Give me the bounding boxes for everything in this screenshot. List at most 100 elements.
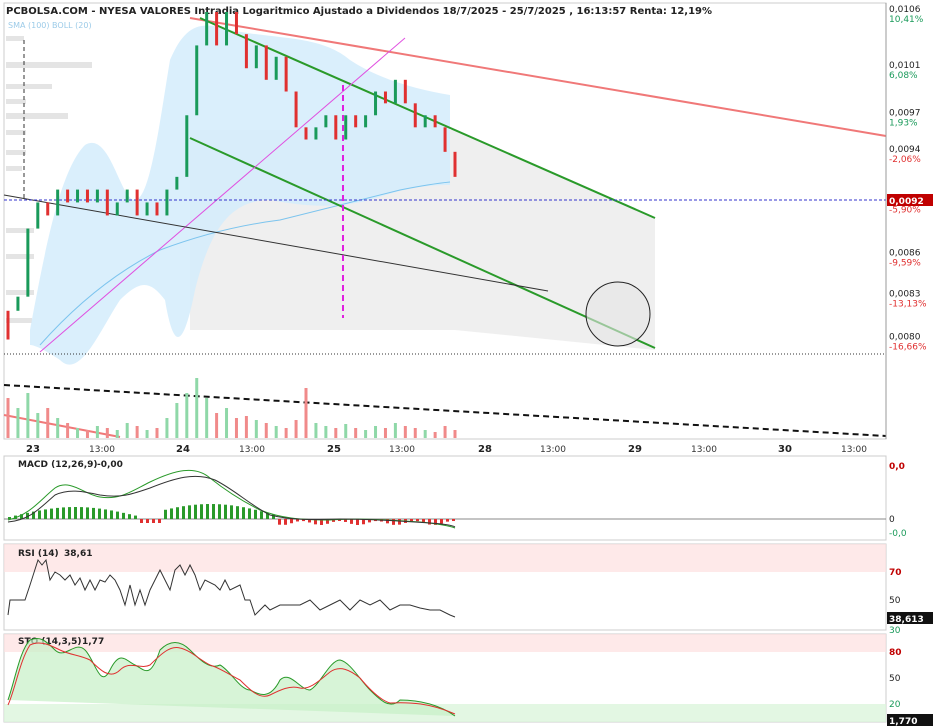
price-tick-2: 0,0097 [889,108,921,118]
volume-bar [403,426,407,438]
candle [135,189,139,216]
volume-bar [254,420,258,438]
volume-bar [234,418,238,438]
macd-hist-bar [230,505,233,519]
candle [374,91,378,116]
x-label-9: 13:00 [691,445,717,455]
candle [85,189,89,203]
macd-hist-bar [152,519,155,523]
volume-bar [36,413,40,438]
candle [254,45,258,69]
macd-hist-bar [284,519,287,525]
volume-bar [185,393,189,438]
rsi-axis-50: 50 [889,596,901,606]
macd-hist-bar [416,519,419,522]
volume-bar [115,430,119,438]
volume-bar [453,430,457,438]
rsi-axis-70: 70 [889,568,902,578]
macd-hist-bar [38,510,41,519]
candle [185,115,189,177]
price-tick-5: 0,0086 [889,248,921,258]
macd-hist-bar [176,507,179,519]
macd-hist-bar [392,519,395,525]
macd-hist-bar [446,519,449,522]
macd-hist-bar [236,506,239,519]
candle [105,189,109,216]
candle [364,115,368,128]
pct-tick-0: 10,41% [889,15,924,25]
candle [344,115,348,140]
candle [234,12,238,35]
macd-hist-bar [164,509,167,519]
volume-bar [145,430,149,438]
macd-hist-bar [398,519,401,525]
macd-hist-bar [146,519,149,523]
macd-hist-bar [62,507,65,519]
x-label-6: 28 [478,444,492,455]
price-tick-3: 0,0094 [889,145,921,155]
macd-hist-bar [260,511,263,519]
candle [125,189,129,203]
pct-tick-2: 1,93% [889,118,918,128]
volume-bar [105,428,109,438]
candle [76,189,80,203]
volume-bar [175,403,179,438]
volume-bar [56,418,60,438]
volume-bar [344,424,348,438]
x-label-11: 13:00 [841,445,867,455]
candle [205,12,209,46]
candle [354,115,358,128]
macd-hist-bar [56,507,59,519]
volume-bar [294,420,298,438]
macd-panel [3,455,887,541]
macd-value: -0,00 [97,460,123,470]
x-label-4: 25 [327,444,341,455]
volume-bar [324,426,328,438]
macd-hist-bar [140,519,143,523]
sto-axis-50: 50 [889,674,901,684]
candle [225,12,229,46]
macd-axis-bot: -0,0 [889,529,907,539]
candle [423,115,427,128]
macd-hist-bar [452,519,455,522]
candle [304,127,308,140]
price-tick-7: 0,0080 [889,333,921,343]
macd-hist-bar [158,519,161,523]
candle [6,310,10,340]
candle [314,127,318,140]
candle [244,34,248,69]
candle [403,79,407,104]
volume-bar [413,428,417,438]
x-label-3: 13:00 [239,445,265,455]
macd-hist-bar [134,515,137,519]
volume-bar [314,423,318,438]
sto-axis-20: 20 [889,700,901,710]
sto-badge-value: 1,770 [889,717,917,726]
macd-hist-bar [428,519,431,525]
macd-hist-bar [224,504,227,519]
price-axis: 0,010610,41% 0,01016,08% 0,00971,93% 0,0094… [889,5,927,353]
volume-bar [304,388,308,438]
macd-hist-bar [254,509,257,519]
rsi-label: RSI (14) [18,549,59,559]
macd-hist-bar [200,504,203,519]
candle [115,202,119,216]
volume-bar [165,418,169,438]
candle [274,56,278,80]
x-label-10: 30 [778,444,792,455]
macd-hist-bar [86,507,89,519]
macd-hist-bar [50,508,53,519]
candle [383,91,387,104]
candle [453,151,457,177]
volume-bar [155,428,159,438]
candle [16,296,20,311]
volume-bar [16,408,20,438]
volume-bar [423,430,427,438]
volume-bar [95,426,99,438]
macd-hist-bar [278,519,281,525]
macd-label: MACD (12,26,9) [18,460,98,470]
rsi-badge-value: 38,613 [889,615,924,625]
macd-hist-bar [104,509,107,519]
macd-hist-bar [212,504,215,519]
volume-bar [393,423,397,438]
